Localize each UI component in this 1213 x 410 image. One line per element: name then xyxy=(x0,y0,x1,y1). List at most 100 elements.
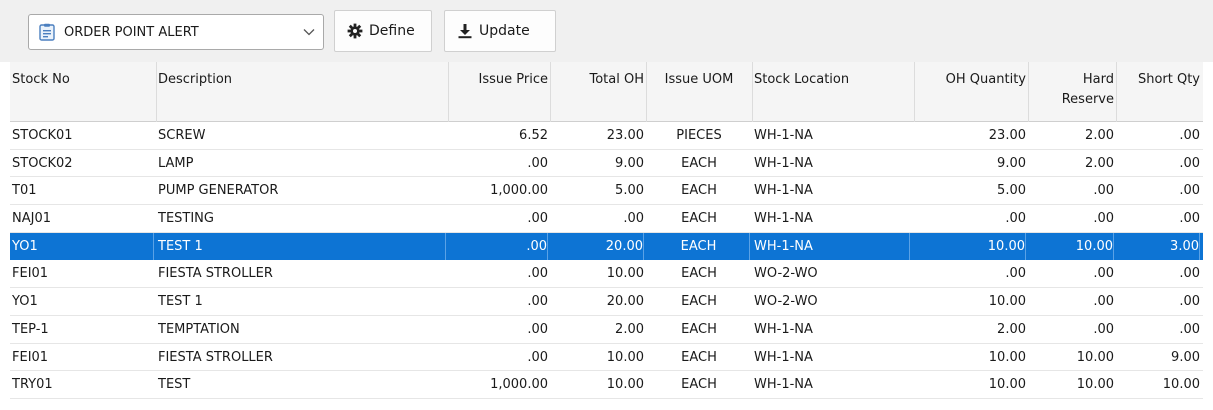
cell-description[interactable]: TEST 1 xyxy=(158,232,446,260)
table-row[interactable]: YO1 TEST 1.00 20.00 EACH WO-2-WO 10.00.00.00 xyxy=(10,288,1203,316)
report-select-dropdown[interactable]: ORDER POINT ALERT xyxy=(28,14,324,50)
col-divider[interactable] xyxy=(156,62,157,122)
cell-short-qty[interactable]: 10.00 xyxy=(1118,371,1200,398)
cell-stock-no[interactable]: STOCK02 xyxy=(12,150,154,177)
cell-issue-uom[interactable]: EACH xyxy=(648,260,750,287)
update-button[interactable]: Update xyxy=(444,10,556,52)
cell-oh-quantity[interactable]: 10.00 xyxy=(916,232,1026,260)
table-row[interactable]: YO1 TEST 1.00 20.00 EACH WH-1-NA 10.00 10.00 3.… xyxy=(10,232,1203,261)
cell-issue-price[interactable]: 1,000.00 xyxy=(450,177,548,204)
cell-stock-no[interactable]: FEI01 xyxy=(12,344,154,371)
cell-issue-price[interactable]: .00 xyxy=(450,288,548,315)
cell-hard-reserve[interactable]: .00 xyxy=(1030,316,1114,343)
cell-stock-location[interactable]: WH-1-NA xyxy=(754,177,910,204)
cell-short-qty[interactable]: .00 xyxy=(1118,122,1200,149)
cell-issue-price[interactable]: .00 xyxy=(450,260,548,287)
col-divider[interactable] xyxy=(646,62,647,122)
col-header-total-oh[interactable]: Total OH xyxy=(552,70,644,90)
cell-stock-location[interactable]: WH-1-NA xyxy=(754,232,910,260)
cell-hard-reserve[interactable]: 2.00 xyxy=(1030,122,1114,149)
cell-issue-uom[interactable]: EACH xyxy=(648,177,750,204)
col-divider[interactable] xyxy=(1028,62,1029,122)
table-row[interactable]: TRY01 TEST 1,000.00 10.00 EACH WH-1-NA 10.00 10… xyxy=(10,371,1203,399)
cell-total-oh[interactable]: 5.00 xyxy=(552,177,644,204)
cell-issue-price[interactable]: 6.52 xyxy=(450,122,548,149)
col-header-description[interactable]: Description xyxy=(158,70,446,90)
cell-oh-quantity[interactable]: 10.00 xyxy=(916,288,1026,315)
define-button[interactable]: Define xyxy=(334,10,432,52)
cell-total-oh[interactable]: 20.00 xyxy=(552,288,644,315)
cell-issue-uom[interactable]: EACH xyxy=(648,371,750,398)
col-header-stock-location[interactable]: Stock Location xyxy=(754,70,910,90)
cell-description[interactable]: TEMPTATION xyxy=(158,316,446,343)
cell-issue-uom[interactable]: EACH xyxy=(648,344,750,371)
cell-short-qty[interactable]: .00 xyxy=(1118,316,1200,343)
cell-hard-reserve[interactable]: .00 xyxy=(1030,177,1114,204)
cell-stock-no[interactable]: YO1 xyxy=(12,288,154,315)
cell-issue-price[interactable]: .00 xyxy=(450,150,548,177)
cell-issue-price[interactable]: .00 xyxy=(450,232,548,260)
table-row[interactable]: STOCK01 SCREW 6.52 23.00 PIECES WH-1-NA 23.00 2… xyxy=(10,122,1203,150)
cell-total-oh[interactable]: 23.00 xyxy=(552,122,644,149)
col-divider[interactable] xyxy=(752,62,753,122)
cell-hard-reserve[interactable]: 2.00 xyxy=(1030,150,1114,177)
cell-description[interactable]: TESTING xyxy=(158,205,446,232)
cell-issue-uom[interactable]: EACH xyxy=(648,232,750,260)
cell-issue-price[interactable]: .00 xyxy=(450,344,548,371)
cell-issue-uom[interactable]: EACH xyxy=(648,316,750,343)
cell-total-oh[interactable]: 20.00 xyxy=(552,232,644,260)
cell-total-oh[interactable]: 10.00 xyxy=(552,260,644,287)
cell-total-oh[interactable]: 2.00 xyxy=(552,316,644,343)
cell-oh-quantity[interactable]: 10.00 xyxy=(916,344,1026,371)
cell-issue-price[interactable]: 1,000.00 xyxy=(450,371,548,398)
cell-stock-location[interactable]: WH-1-NA xyxy=(754,371,910,398)
table-row[interactable]: STOCK02 LAMP .00 9.00 EACH WH-1-NA 9.00 2.00.00 xyxy=(10,150,1203,178)
cell-stock-no[interactable]: YO1 xyxy=(12,232,154,260)
cell-short-qty[interactable]: 3.00 xyxy=(1118,232,1200,260)
table-row[interactable]: T01 PUMP GENERATOR 1,000.00 5.00 EACH WH-1-NA… xyxy=(10,177,1203,206)
cell-oh-quantity[interactable]: 2.00 xyxy=(916,316,1026,343)
cell-hard-reserve[interactable]: .00 xyxy=(1030,260,1114,287)
col-divider[interactable] xyxy=(550,62,551,122)
cell-short-qty[interactable]: .00 xyxy=(1118,205,1200,232)
col-header-stock-no[interactable]: Stock No xyxy=(12,70,154,90)
cell-description[interactable]: FIESTA STROLLER xyxy=(158,344,446,371)
cell-short-qty[interactable]: .00 xyxy=(1118,150,1200,177)
col-divider[interactable] xyxy=(448,62,449,122)
cell-stock-no[interactable]: TEP-1 xyxy=(12,316,154,343)
cell-short-qty[interactable]: .00 xyxy=(1118,177,1200,204)
cell-oh-quantity[interactable]: 23.00 xyxy=(916,122,1026,149)
cell-description[interactable]: SCREW xyxy=(158,122,446,149)
cell-oh-quantity[interactable]: .00 xyxy=(916,205,1026,232)
cell-total-oh[interactable]: .00 xyxy=(552,205,644,232)
cell-stock-location[interactable]: WO-2-WO xyxy=(754,288,910,315)
cell-stock-location[interactable]: WH-1-NA xyxy=(754,316,910,343)
col-header-issue-price[interactable]: Issue Price xyxy=(450,70,548,90)
cell-oh-quantity[interactable]: .00 xyxy=(916,260,1026,287)
cell-stock-location[interactable]: WH-1-NA xyxy=(754,344,910,371)
cell-stock-location[interactable]: WO-2-WO xyxy=(754,260,910,287)
cell-stock-no[interactable]: TRY01 xyxy=(12,371,154,398)
col-divider[interactable] xyxy=(914,62,915,122)
cell-hard-reserve[interactable]: .00 xyxy=(1030,205,1114,232)
cell-total-oh[interactable]: 10.00 xyxy=(552,344,644,371)
cell-issue-price[interactable]: .00 xyxy=(450,205,548,232)
cell-stock-no[interactable]: T01 xyxy=(12,177,154,204)
cell-issue-uom[interactable]: EACH xyxy=(648,150,750,177)
cell-stock-no[interactable]: STOCK01 xyxy=(12,122,154,149)
cell-total-oh[interactable]: 9.00 xyxy=(552,150,644,177)
table-row[interactable]: TEP-1 TEMPTATION .00 2.00 EACH WH-1-NA 2.00.00… xyxy=(10,316,1203,344)
col-divider[interactable] xyxy=(1116,62,1117,122)
cell-hard-reserve[interactable]: 10.00 xyxy=(1030,371,1114,398)
cell-stock-no[interactable]: FEI01 xyxy=(12,260,154,287)
cell-issue-price[interactable]: .00 xyxy=(450,316,548,343)
col-header-short-qty[interactable]: Short Qty xyxy=(1118,70,1200,90)
cell-stock-location[interactable]: WH-1-NA xyxy=(754,122,910,149)
cell-issue-uom[interactable]: EACH xyxy=(648,288,750,315)
cell-issue-uom[interactable]: EACH xyxy=(648,205,750,232)
cell-issue-uom[interactable]: PIECES xyxy=(648,122,750,149)
cell-short-qty[interactable]: .00 xyxy=(1118,260,1200,287)
cell-oh-quantity[interactable]: 9.00 xyxy=(916,150,1026,177)
cell-stock-location[interactable]: WH-1-NA xyxy=(754,150,910,177)
table-row[interactable]: NAJ01 TESTING .00.00 EACH WH-1-NA .00.00.00 xyxy=(10,205,1203,233)
